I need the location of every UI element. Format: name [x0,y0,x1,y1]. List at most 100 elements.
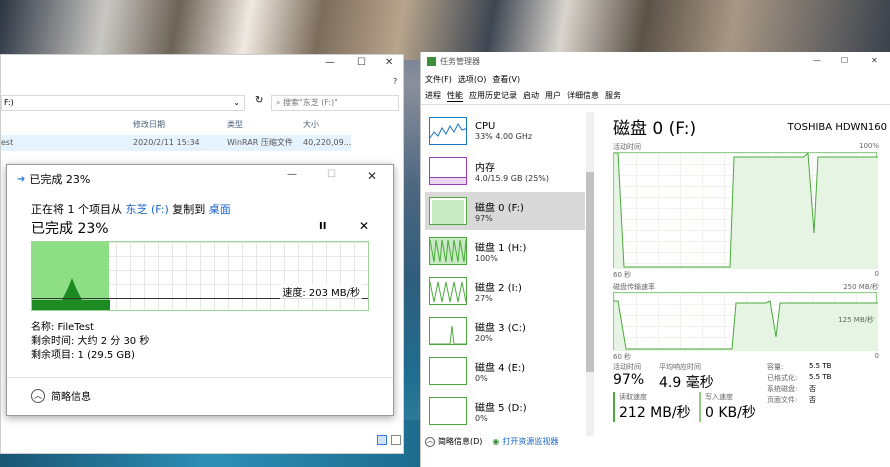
column-modified[interactable]: 修改日期 [133,117,165,133]
device-value: 97% [475,214,493,223]
read-speed-value: 212 MB/秒 [619,405,691,421]
pause-icon[interactable]: II [319,221,326,232]
system-disk-key: 系统磁盘: [767,385,798,393]
chevron-up-icon: ︿ [31,388,45,403]
speed-spike-graph [32,278,110,310]
file-modified: 2020/2/11 15:34 [133,138,200,147]
device-value: 4.0/15.9 GB (25%) [475,174,550,183]
tab-services[interactable]: 服务 [605,90,621,102]
device-disk-1[interactable]: 磁盘 1 (H:) 100% [425,232,585,270]
device-name: 磁盘 0 (F:) [475,203,524,214]
device-disk-2[interactable]: 磁盘 2 (I:) 27% [425,272,585,310]
disk2-thumbnail [429,277,467,305]
address-bar[interactable]: F:) ⌄ [1,95,245,111]
device-name: 磁盘 1 (H:) [475,243,527,254]
device-name: 磁盘 5 (D:) [475,403,527,414]
chevron-down-icon[interactable]: ⌄ [233,96,240,110]
maximize-icon[interactable]: ☐ [357,57,366,68]
device-memory[interactable]: 内存 4.0/15.9 GB (25%) [425,152,585,190]
file-name: est [1,138,14,147]
large-icons-view-icon[interactable] [391,435,401,445]
detail-title: 磁盘 0 (F:) [613,119,697,139]
menu-options[interactable]: 选项(O) [458,74,487,85]
copy-info: 名称: FileTest 剩余时间: 大约 2 分 30 秒 剩余项目: 1 (… [31,321,149,363]
device-value: 0% [475,374,488,383]
write-speed-label: 写入速度 [705,393,733,401]
tab-divider [421,104,890,105]
disk3-thumbnail [429,317,467,345]
write-speed-value: 0 KB/秒 [705,405,756,421]
maximize-icon: ☐ [327,169,336,180]
fewer-details-button[interactable]: ︿ 简略信息 [31,388,91,403]
scrollbar-thumb[interactable] [586,172,594,372]
tab-users[interactable]: 用户 [545,90,561,102]
speed-text: 速度: 203 MB/秒 [280,284,362,299]
capacity-value: 5.5 TB [809,362,832,370]
minimize-icon[interactable]: — [813,56,821,65]
column-size[interactable]: 大小 [303,117,319,133]
task-manager-window[interactable]: 任务管理器 — ☐ ✕ 文件(F) 选项(O) 查看(V) 进程 性能 应用历史… [420,52,890,467]
formatted-value: 5.5 TB [809,373,832,381]
close-icon[interactable]: ✕ [385,57,393,68]
device-list-scrollbar[interactable] [586,112,594,436]
tab-startup[interactable]: 启动 [523,90,539,102]
task-manager-titlebar: 任务管理器 [427,56,480,67]
tab-processes[interactable]: 进程 [425,90,441,102]
column-type[interactable]: 类型 [227,117,243,133]
device-list: CPU 33% 4.00 GHz 内存 4.0/15.9 GB (25%) 磁盘… [421,108,597,436]
task-manager-footer: ︿ 简略信息(D) ◉ 打开资源监视器 [425,436,558,447]
task-manager-app-icon [427,57,436,66]
copy-dialog-footer: ︿ 简略信息 [7,377,393,415]
resource-monitor-link[interactable]: ◉ 打开资源监视器 [492,436,558,447]
refresh-icon[interactable]: ↻ [255,95,263,106]
destination-link[interactable]: 桌面 [209,203,231,216]
capacity-key: 容量: [767,363,784,371]
disk-model: TOSHIBA HDWN160 [787,122,887,133]
device-disk-0[interactable]: 磁盘 0 (F:) 97% [425,192,585,230]
active-time-chart-max: 100% [858,142,879,150]
tab-details[interactable]: 详细信息 [567,90,599,102]
device-disk-3[interactable]: 磁盘 3 (C:) 20% [425,312,585,350]
transfer-rate-chart: 125 MB/秒 [613,292,878,351]
system-disk-value: 否 [809,385,816,393]
cancel-icon[interactable]: ✕ [359,219,369,233]
tab-app-history[interactable]: 应用历史记录 [469,90,517,102]
transfer-rate-mid: 125 MB/秒 [838,316,874,324]
disk5-thumbnail [429,397,467,425]
read-speed-label: 读取速度 [619,393,647,401]
device-value: 100% [475,254,498,263]
close-icon[interactable]: ✕ [871,56,878,65]
device-cpu[interactable]: CPU 33% 4.00 GHz [425,112,585,150]
resource-monitor-label: 打开资源监视器 [502,437,559,446]
read-speed-marker [613,392,615,422]
time-remaining-text: 剩余时间: 大约 2 分 30 秒 [31,336,150,347]
transfer-rate-chart-label: 磁盘传输速率 [613,283,655,291]
maximize-icon[interactable]: ☐ [841,56,848,65]
search-input[interactable]: ⌕ 搜索"东芝 (F:)" [271,95,399,111]
device-disk-5[interactable]: 磁盘 5 (D:) 0% [425,392,585,430]
copy-progress-dialog[interactable]: ➜ 已完成 23% — ☐ ✕ 正在将 1 个项目从 东芝 (F:) 复制到 桌… [6,164,394,416]
copy-prefix-text: 正在将 1 个项目从 [31,203,122,216]
file-size: 40,220,09... [303,138,352,147]
chart1-axis-right: 0 [874,270,879,278]
minimize-icon[interactable]: — [287,169,297,180]
help-icon[interactable]: ? [393,77,397,86]
chart2-axis-right: 0 [874,352,879,360]
active-time-value: 97% [613,372,645,388]
column-header-row: 修改日期 类型 大小 [1,117,351,133]
minimize-icon[interactable]: — [325,57,335,68]
close-icon[interactable]: ✕ [367,169,377,183]
device-disk-4[interactable]: 磁盘 4 (E:) 0% [425,352,585,390]
tab-performance[interactable]: 性能 [447,90,463,102]
file-row[interactable]: est 2020/2/11 15:34 WinRAR 压缩文件 40,220,0… [1,135,351,151]
device-value: 0% [475,414,488,423]
desktop-wallpaper-mountains [0,0,890,60]
source-link[interactable]: 东芝 (F:) [126,203,169,216]
explorer-titlebar[interactable]: — ☐ ✕ [1,55,403,73]
details-view-icon[interactable] [377,435,387,445]
menu-view[interactable]: 查看(V) [492,74,520,85]
search-icon: ⌕ [276,98,281,107]
active-time-chart-label: 活动时间 [613,143,641,151]
menu-file[interactable]: 文件(F) [425,74,452,85]
fewer-details-button[interactable]: ︿ 简略信息(D) [425,436,482,447]
